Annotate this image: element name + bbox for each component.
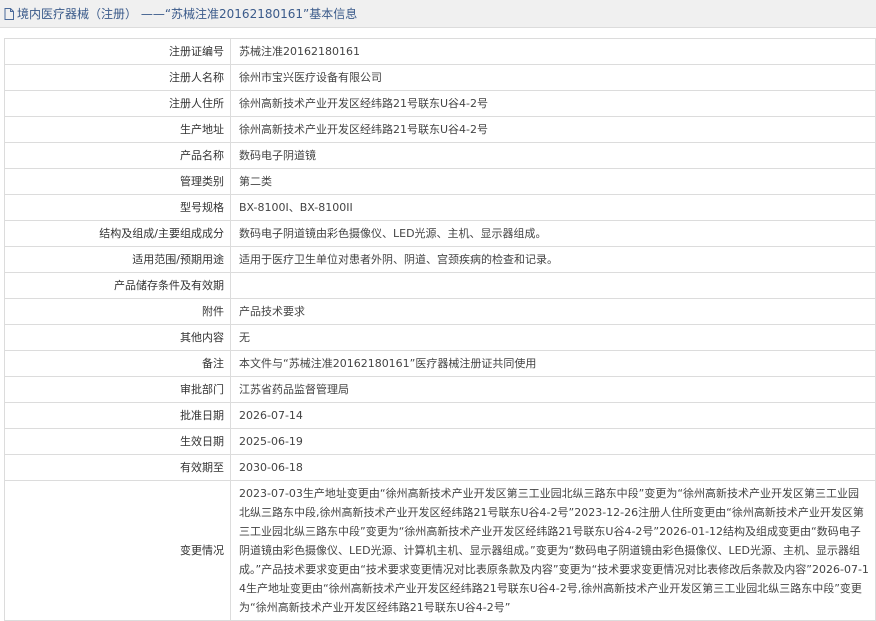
field-value: 数码电子阴道镜由彩色摄像仪、LED光源、主机、显示器组成。 — [230, 220, 876, 247]
field-value: 徐州高新技术产业开发区经纬路21号联东U谷4-2号 — [230, 90, 876, 117]
field-label: 管理类别 — [4, 168, 231, 195]
field-label: 生产地址 — [4, 116, 231, 143]
field-value: 2023-07-03生产地址变更由“徐州高新技术产业开发区第三工业园北纵三路东中… — [230, 480, 876, 621]
field-value: 苏械注准20162180161 — [230, 38, 876, 65]
table-row: 型号规格 BX-8100I、BX-8100II — [4, 194, 876, 221]
table-row: 生产地址 徐州高新技术产业开发区经纬路21号联东U谷4-2号 — [4, 116, 876, 143]
field-label: 适用范围/预期用途 — [4, 246, 231, 273]
field-value: 无 — [230, 324, 876, 351]
table-row: 结构及组成/主要组成成分 数码电子阴道镜由彩色摄像仪、LED光源、主机、显示器组成… — [4, 220, 876, 247]
info-table: 注册证编号 苏械注准20162180161 注册人名称 徐州市宝兴医疗设备有限公司 注册… — [4, 38, 876, 621]
field-label: 审批部门 — [4, 376, 231, 403]
field-label: 注册证编号 — [4, 38, 231, 65]
field-label: 产品储存条件及有效期 — [4, 272, 231, 299]
field-value: 2026-07-14 — [230, 402, 876, 429]
field-value: 徐州市宝兴医疗设备有限公司 — [230, 64, 876, 91]
table-row: 管理类别 第二类 — [4, 168, 876, 195]
table-row: 其他内容无 — [4, 324, 876, 351]
table-row: 审批部门 江苏省药品监督管理局 — [4, 376, 876, 403]
table-row: 注册人住所 徐州高新技术产业开发区经纬路21号联东U谷4-2号 — [4, 90, 876, 117]
table-row: 注册人名称 徐州市宝兴医疗设备有限公司 — [4, 64, 876, 91]
page-title: 境内医疗器械（注册） ——“苏械注准20162180161”基本信息 — [17, 7, 358, 21]
field-value: 第二类 — [230, 168, 876, 195]
table-row: 批准日期 2026-07-14 — [4, 402, 876, 429]
field-value: 产品技术要求 — [230, 298, 876, 325]
field-label: 附件 — [4, 298, 231, 325]
field-value: 2025-06-19 — [230, 428, 876, 455]
field-label: 产品名称 — [4, 142, 231, 169]
field-value: 数码电子阴道镜 — [230, 142, 876, 169]
field-label: 注册人住所 — [4, 90, 231, 117]
field-value: BX-8100I、BX-8100II — [230, 194, 876, 221]
field-label: 型号规格 — [4, 194, 231, 221]
field-value: 本文件与“苏械注准20162180161”医疗器械注册证共同使用 — [230, 350, 876, 377]
table-row: 备注 本文件与“苏械注准20162180161”医疗器械注册证共同使用 — [4, 350, 876, 377]
field-value: 2030-06-18 — [230, 454, 876, 481]
table-row: 注册证编号 苏械注准20162180161 — [4, 38, 876, 65]
page-header: 境内医疗器械（注册） ——“苏械注准20162180161”基本信息 — [0, 0, 876, 28]
table-row: 有效期至 2030-06-18 — [4, 454, 876, 481]
field-label: 批准日期 — [4, 402, 231, 429]
table-row: 产品储存条件及有效期 — [4, 272, 876, 299]
field-label: 注册人名称 — [4, 64, 231, 91]
field-value — [230, 272, 876, 299]
field-label: 结构及组成/主要组成成分 — [4, 220, 231, 247]
table-row: 适用范围/预期用途 适用于医疗卫生单位对患者外阴、阴道、宫颈疾病的检查和记录。 — [4, 246, 876, 273]
table-row: 变更情况 2023-07-03生产地址变更由“徐州高新技术产业开发区第三工业园北纵… — [4, 480, 876, 621]
field-label: 变更情况 — [4, 480, 231, 621]
field-label: 备注 — [4, 350, 231, 377]
document-icon — [4, 7, 14, 20]
table-row: 产品名称 数码电子阴道镜 — [4, 142, 876, 169]
field-value: 江苏省药品监督管理局 — [230, 376, 876, 403]
field-label: 生效日期 — [4, 428, 231, 455]
field-value: 适用于医疗卫生单位对患者外阴、阴道、宫颈疾病的检查和记录。 — [230, 246, 876, 273]
table-row: 附件 产品技术要求 — [4, 298, 876, 325]
field-value: 徐州高新技术产业开发区经纬路21号联东U谷4-2号 — [230, 116, 876, 143]
table-row: 生效日期 2025-06-19 — [4, 428, 876, 455]
field-label: 有效期至 — [4, 454, 231, 481]
field-label: 其他内容 — [4, 324, 231, 351]
